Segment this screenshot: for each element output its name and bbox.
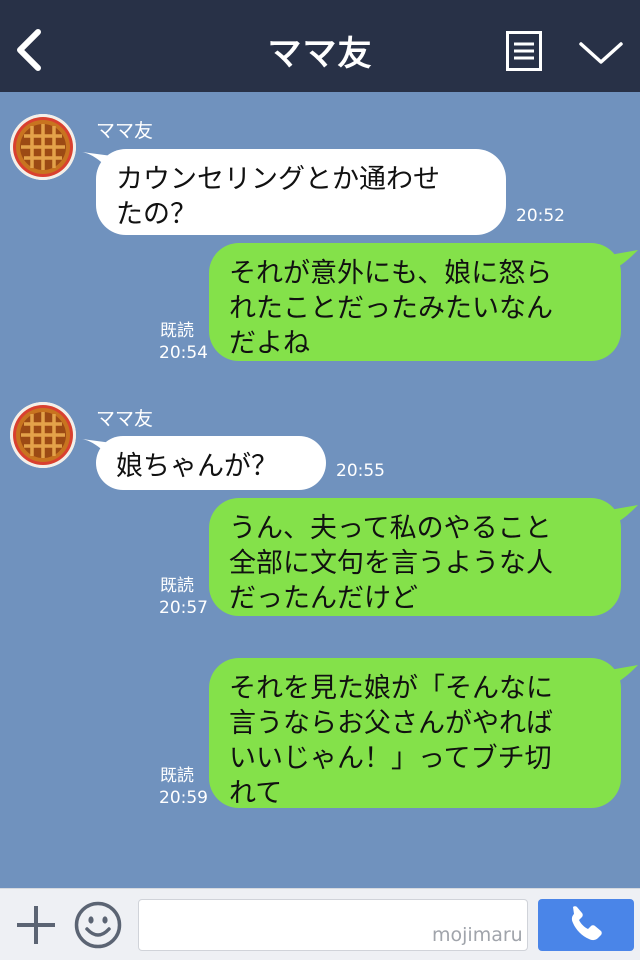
chat-title: ママ友 [267,34,373,74]
avatar-pie-icon [10,114,76,180]
sender-name: ママ友 [96,120,154,142]
read-receipt: 既読 [160,321,194,341]
read-receipt: 既読 [160,766,194,786]
message-time: 20:59 [159,788,208,808]
message-time: 20:55 [336,461,385,481]
bubble-tail [604,250,638,272]
menu-list-icon [506,31,542,71]
phone-icon [571,906,602,941]
read-receipt: 既読 [160,576,194,596]
message-bubble[interactable]: それが意外にも、娘に怒ら れたことだったみたいなん だよね [209,243,621,361]
message-time: 20:54 [159,343,208,363]
call-button[interactable] [538,899,634,951]
chevron-down-icon [579,42,623,64]
emoji-button[interactable] [74,901,122,949]
plus-icon [17,906,55,944]
chat-area[interactable]: ママ友 カウンセリングとか通わせ たの？ 20:52 既読 20:54 それが意… [0,92,640,888]
message-time: 20:52 [516,206,565,226]
message-bubble[interactable]: うん、夫って私のやること 全部に文句を言うような人 だったんだけど [209,498,621,616]
message-bubble[interactable]: 娘ちゃんが？ [96,436,326,490]
emoji-icon [74,901,122,949]
bubble-tail [604,665,638,687]
sender-name: ママ友 [96,408,154,430]
chat-header: ママ友 [0,0,640,92]
watermark-text: mojimaru [432,924,523,946]
collapse-button[interactable] [578,38,624,68]
menu-button[interactable] [506,31,542,71]
message-time: 20:57 [159,598,208,618]
bubble-tail [604,505,638,527]
message-bubble[interactable]: カウンセリングとか通わせ たの？ [96,149,506,235]
add-button[interactable] [14,903,58,947]
message-bubble[interactable]: それを見た娘が「そんなに 言うならお父さんがやれば いいじゃん！」ってブチ切 れ… [209,658,621,809]
input-bar: mojimaru [0,888,640,960]
avatar-pie-icon [10,402,76,468]
avatar[interactable] [10,114,76,180]
avatar[interactable] [10,402,76,468]
